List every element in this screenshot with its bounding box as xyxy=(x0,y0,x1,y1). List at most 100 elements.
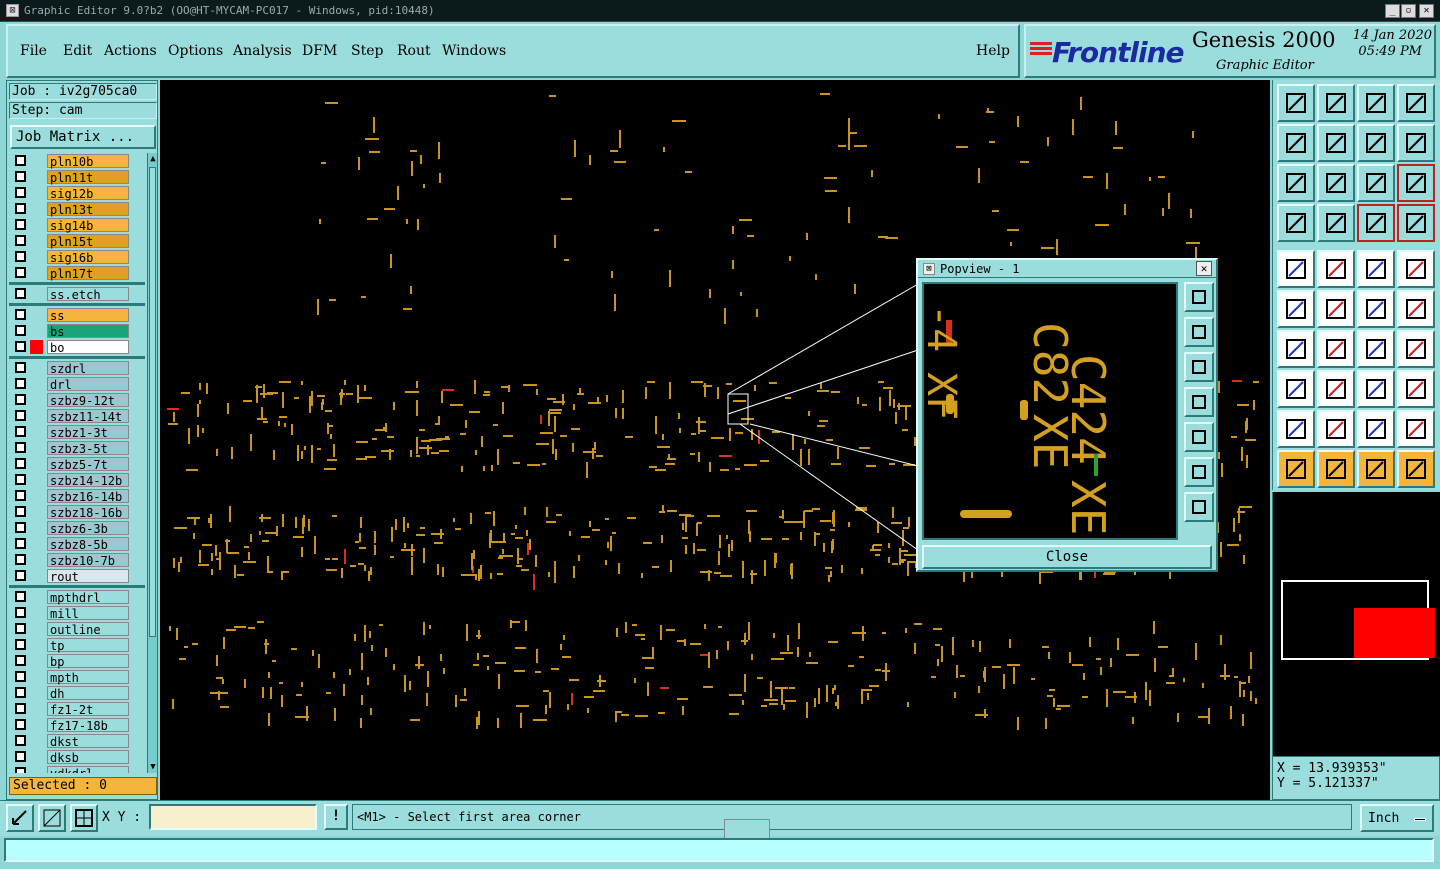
menu-dfm[interactable]: DFM xyxy=(302,43,337,59)
layer-name[interactable]: rout xyxy=(47,569,129,584)
layer-checkbox[interactable] xyxy=(15,735,26,746)
layer-row[interactable]: mpthdrl xyxy=(9,589,145,605)
layer-name[interactable]: pln15t xyxy=(47,234,129,249)
layer-checkbox[interactable] xyxy=(15,251,26,262)
layer-name[interactable]: ss xyxy=(47,308,129,323)
layer-checkbox[interactable] xyxy=(15,325,26,336)
layer-name[interactable]: mpthdrl xyxy=(47,590,129,605)
layer-checkbox[interactable] xyxy=(15,655,26,666)
layer-name[interactable]: fz17-18b xyxy=(47,718,129,733)
scroll-up-icon[interactable]: ▲ xyxy=(148,153,158,165)
layer-checkbox[interactable] xyxy=(15,623,26,634)
layer-checkbox[interactable] xyxy=(15,506,26,517)
scroll-down-icon[interactable]: ▼ xyxy=(148,761,158,773)
menu-step[interactable]: Step xyxy=(351,43,383,59)
arc-icon[interactable] xyxy=(1357,330,1395,368)
layer-row[interactable]: szbz3-5t xyxy=(9,440,145,456)
popview-close-icon[interactable]: ✕ xyxy=(1196,261,1212,276)
layer-row[interactable]: rout xyxy=(9,568,145,584)
popview-pan-left-button[interactable] xyxy=(1184,387,1214,417)
layer-name[interactable]: fz1-2t xyxy=(47,702,129,717)
layer-row[interactable]: szbz16-14b xyxy=(9,488,145,504)
grid-snap-button[interactable] xyxy=(38,804,66,832)
layer-checkbox[interactable] xyxy=(15,267,26,278)
menu-edit[interactable]: Edit xyxy=(63,43,92,59)
layers-icon[interactable] xyxy=(1397,370,1435,408)
layer-row[interactable]: szbz14-12b xyxy=(9,472,145,488)
layer-name[interactable]: pln11t xyxy=(47,170,129,185)
connect-icon[interactable] xyxy=(1277,290,1315,328)
fit-icon[interactable] xyxy=(1277,164,1315,202)
angle-b-icon[interactable] xyxy=(1317,330,1355,368)
layer-row[interactable]: szbz1-3t xyxy=(9,424,145,440)
grid-icon[interactable] xyxy=(1317,204,1355,242)
layer-name[interactable]: pln17t xyxy=(47,266,129,281)
minimize-button[interactable]: _ xyxy=(1385,4,1400,18)
layer-checkbox[interactable] xyxy=(15,522,26,533)
layer-checkbox[interactable] xyxy=(15,203,26,214)
menu-analysis[interactable]: Analysis xyxy=(233,43,292,59)
triangle-d-icon[interactable] xyxy=(1397,410,1435,448)
panel-b-icon[interactable] xyxy=(1397,204,1435,242)
red-dot-icon[interactable] xyxy=(1277,370,1315,408)
home-icon[interactable] xyxy=(1357,84,1395,122)
layer-row[interactable]: sig16b xyxy=(9,249,145,265)
cross-icon[interactable] xyxy=(1317,290,1355,328)
layer-row[interactable]: vdkdrl xyxy=(9,765,145,773)
layer-name[interactable]: outline xyxy=(47,622,129,637)
layer-name[interactable]: ss.etch xyxy=(47,287,129,302)
layer-row[interactable]: drl xyxy=(9,376,145,392)
layer-checkbox[interactable] xyxy=(15,362,26,373)
layer-checkbox[interactable] xyxy=(15,490,26,501)
popview-fit-button[interactable] xyxy=(1184,492,1214,522)
up-arrow-icon[interactable] xyxy=(1277,84,1315,122)
layer-name[interactable]: szbz11-14t xyxy=(47,409,129,424)
snap-tool-button[interactable] xyxy=(6,804,34,832)
layer-checkbox[interactable] xyxy=(15,687,26,698)
job-matrix-button[interactable]: Job Matrix ... xyxy=(10,125,156,149)
layer-row[interactable]: szbz10-7b xyxy=(9,552,145,568)
layer-name[interactable]: mpth xyxy=(47,670,129,685)
popview-canvas[interactable]: C82 C424 XE XE -4 _XF xyxy=(922,282,1178,540)
swap-icon[interactable] xyxy=(1357,124,1395,162)
circle-icon[interactable] xyxy=(1397,250,1435,288)
layer-name[interactable]: szbz16-14b xyxy=(47,489,129,504)
layer-row[interactable]: pln11t xyxy=(9,169,145,185)
layer-checkbox[interactable] xyxy=(15,309,26,320)
layer-name[interactable]: bo xyxy=(47,340,129,355)
layer-name[interactable]: szbz18-16b xyxy=(47,505,129,520)
layer-checkbox[interactable] xyxy=(15,219,26,230)
layer-name[interactable]: dksb xyxy=(47,750,129,765)
layer-row[interactable]: szbz6-3b xyxy=(9,520,145,536)
layer-checkbox[interactable] xyxy=(15,187,26,198)
layer-name[interactable]: sig14b xyxy=(47,218,129,233)
triangle-b-icon[interactable] xyxy=(1317,410,1355,448)
layer-name[interactable]: szbz3-5t xyxy=(47,441,129,456)
scale-1-2-icon[interactable] xyxy=(1357,164,1395,202)
popview-title-bar[interactable]: ⊠ Popview - 1 ✕ xyxy=(918,260,1216,278)
grid-toggle-button[interactable] xyxy=(70,804,98,832)
layer-checkbox[interactable] xyxy=(15,570,26,581)
scroll-thumb[interactable] xyxy=(149,167,156,637)
layer-checkbox[interactable] xyxy=(15,235,26,246)
layer-name[interactable]: pln13t xyxy=(47,202,129,217)
menu-windows[interactable]: Windows xyxy=(442,43,506,59)
layer-name[interactable]: bs xyxy=(47,324,129,339)
layer-name[interactable]: szbz6-3b xyxy=(47,521,129,536)
layer-name[interactable]: szbz9-12t xyxy=(47,393,129,408)
layer-checkbox[interactable] xyxy=(15,767,26,773)
layer-checkbox[interactable] xyxy=(15,751,26,762)
layer-name[interactable]: szbz8-5b xyxy=(47,537,129,552)
layer-row[interactable]: sig14b xyxy=(9,217,145,233)
layer-checkbox[interactable] xyxy=(15,719,26,730)
layer-checkbox[interactable] xyxy=(15,607,26,618)
ruler-icon[interactable] xyxy=(1357,250,1395,288)
menu-actions[interactable]: Actions xyxy=(104,43,157,59)
layer-name[interactable]: bp xyxy=(47,654,129,669)
layer-name[interactable]: szdrl xyxy=(47,361,129,376)
layer-checkbox[interactable] xyxy=(15,426,26,437)
layer-checkbox[interactable] xyxy=(15,442,26,453)
bracket-icon[interactable] xyxy=(1357,370,1395,408)
layer-name[interactable]: pln10b xyxy=(47,154,129,169)
layer-checkbox[interactable] xyxy=(15,458,26,469)
